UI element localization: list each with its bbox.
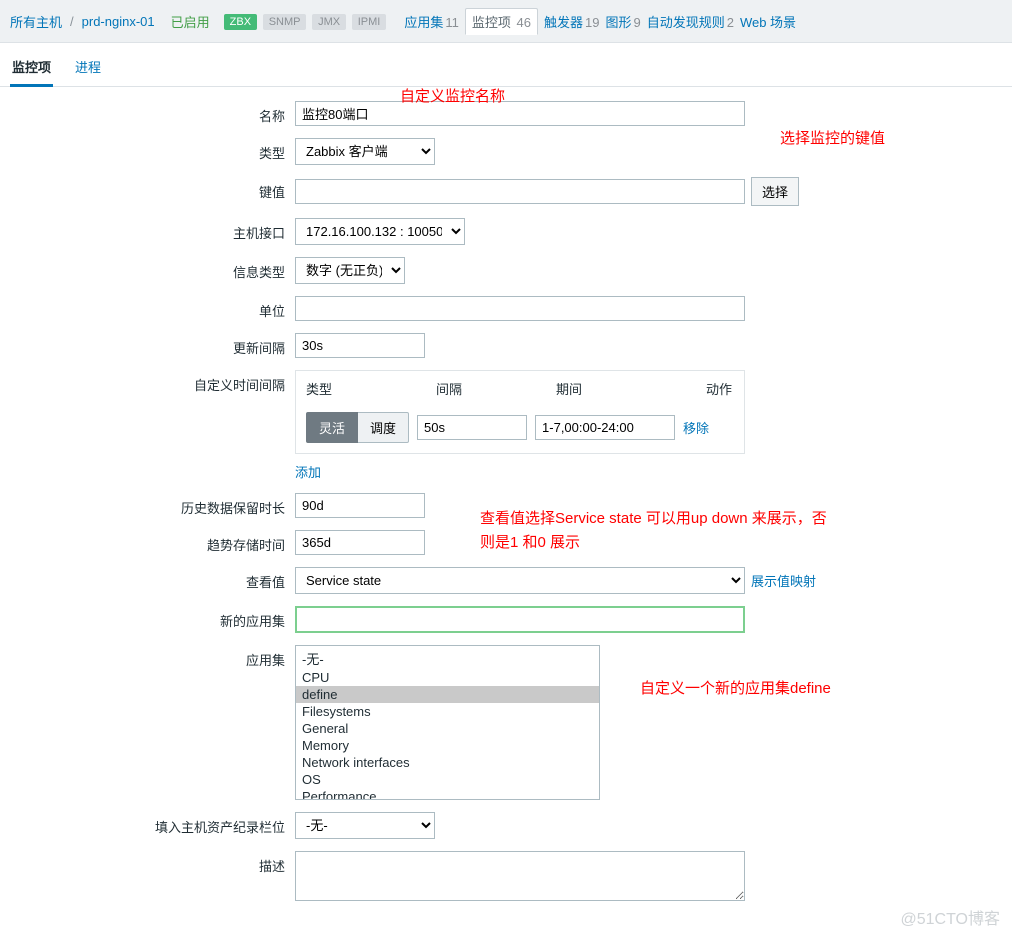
key-input[interactable]: [295, 179, 745, 204]
value-mapping-link[interactable]: 展示值映射: [751, 571, 816, 590]
interval-h-int: 间隔: [436, 379, 556, 398]
update-input[interactable]: [295, 333, 425, 358]
label-units: 单位: [0, 296, 295, 320]
badge-ipmi: IPMI: [352, 14, 387, 30]
tab-item[interactable]: 监控项: [10, 51, 53, 87]
iface-select[interactable]: 172.16.100.132 : 10050: [295, 218, 465, 245]
interval-h-action: 动作: [706, 379, 732, 398]
breadcrumb-host[interactable]: prd-nginx-01: [82, 14, 155, 29]
interval-h-type: 类型: [306, 379, 436, 398]
interval-type-segment: 灵活 调度: [306, 412, 409, 443]
label-type: 类型: [0, 138, 295, 162]
label-history: 历史数据保留时长: [0, 493, 295, 517]
trend-input[interactable]: [295, 530, 425, 555]
watermark: @51CTO博客: [900, 905, 1000, 929]
label-iface: 主机接口: [0, 218, 295, 242]
badge-zbx: ZBX: [224, 14, 257, 30]
label-name: 名称: [0, 101, 295, 125]
info-type-select[interactable]: 数字 (无正负): [295, 257, 405, 284]
badge-snmp: SNMP: [263, 14, 307, 30]
nav-apps[interactable]: 应用集11: [404, 12, 459, 31]
inventory-select[interactable]: -无-: [295, 812, 435, 839]
label-update: 更新间隔: [0, 333, 295, 357]
list-item[interactable]: CPU: [296, 669, 599, 686]
label-apps: 应用集: [0, 645, 295, 669]
breadcrumb-all-hosts[interactable]: 所有主机: [10, 12, 62, 31]
label-new-app: 新的应用集: [0, 606, 295, 630]
nav-web[interactable]: Web 场景: [740, 12, 796, 31]
nav-graphs[interactable]: 图形9: [605, 12, 640, 31]
label-info-type: 信息类型: [0, 257, 295, 281]
type-select[interactable]: Zabbix 客户端: [295, 138, 435, 165]
list-item[interactable]: Filesystems: [296, 703, 599, 720]
breadcrumb-sep: /: [70, 14, 74, 29]
units-input[interactable]: [295, 296, 745, 321]
status-enabled: 已启用: [171, 12, 210, 31]
list-item[interactable]: General: [296, 720, 599, 737]
label-inventory: 填入主机资产纪录栏位: [0, 812, 295, 836]
interval-add-link[interactable]: 添加: [295, 462, 1012, 481]
description-textarea[interactable]: [295, 851, 745, 901]
interval-value-input[interactable]: [417, 415, 527, 440]
tabs: 监控项 进程: [0, 43, 1012, 87]
nav-items[interactable]: 监控项 46: [465, 8, 538, 35]
label-show-value: 查看值: [0, 567, 295, 591]
label-custom-interval: 自定义时间间隔: [0, 370, 295, 394]
interval-box: 类型 间隔 期间 动作 灵活 调度 移除: [295, 370, 745, 454]
form: 自定义监控名称 选择监控的键值 查看值选择Service state 可以用up…: [0, 87, 1012, 943]
nav-discovery[interactable]: 自动发现规则2: [647, 12, 734, 31]
interval-period-input[interactable]: [535, 415, 675, 440]
interval-h-period: 期间: [556, 379, 706, 398]
seg-schedule-button[interactable]: 调度: [358, 412, 409, 443]
show-value-select[interactable]: Service state: [295, 567, 745, 594]
list-item[interactable]: Network interfaces: [296, 754, 599, 771]
list-item[interactable]: define: [296, 686, 599, 703]
list-item[interactable]: OS: [296, 771, 599, 788]
seg-flexible-button[interactable]: 灵活: [306, 412, 358, 443]
new-app-input[interactable]: [295, 606, 745, 633]
name-input[interactable]: [295, 101, 745, 126]
tab-process[interactable]: 进程: [73, 51, 103, 86]
key-select-button[interactable]: 选择: [751, 177, 799, 206]
label-trend: 趋势存储时间: [0, 530, 295, 554]
list-item[interactable]: -无-: [296, 648, 599, 669]
list-item[interactable]: Performance: [296, 788, 599, 800]
list-item[interactable]: Memory: [296, 737, 599, 754]
label-desc: 描述: [0, 851, 295, 875]
top-bar: 所有主机 / prd-nginx-01 已启用 ZBX SNMP JMX IPM…: [0, 0, 1012, 43]
nav-triggers[interactable]: 触发器19: [544, 12, 599, 31]
interval-remove-link[interactable]: 移除: [683, 418, 709, 437]
badge-jmx: JMX: [312, 14, 346, 30]
label-key: 键值: [0, 177, 295, 201]
history-input[interactable]: [295, 493, 425, 518]
apps-listbox[interactable]: -无-CPUdefineFilesystemsGeneralMemoryNetw…: [295, 645, 600, 800]
